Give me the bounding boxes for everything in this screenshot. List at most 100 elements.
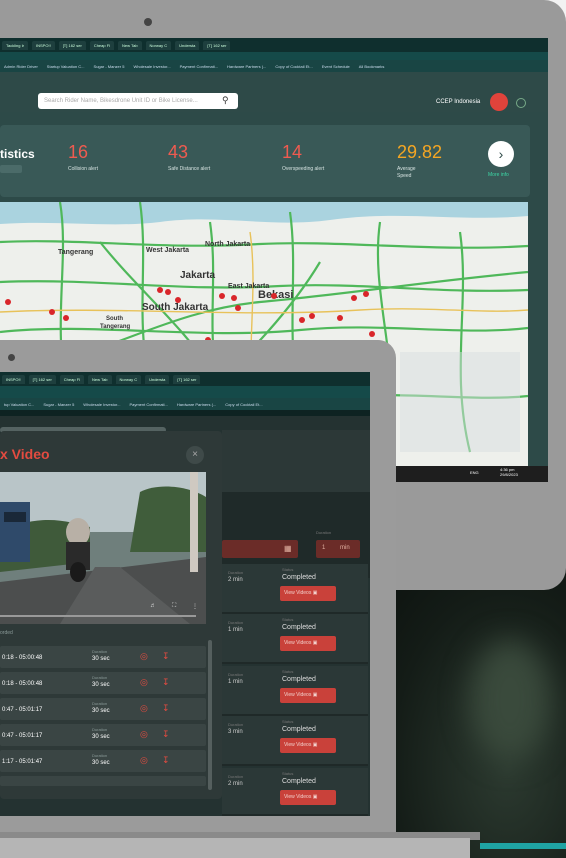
browser-tab[interactable]: New Tab <box>88 374 112 384</box>
record-duration-label: Duration <box>228 620 244 625</box>
logout-icon[interactable] <box>516 98 526 108</box>
download-icon[interactable]: ↧ <box>162 677 170 688</box>
browser-tab[interactable]: Understa <box>175 40 200 50</box>
bookmark[interactable]: Payment Confirmati... <box>180 64 218 69</box>
record-status: Completed <box>282 574 316 581</box>
bookmark[interactable]: tup Valuation C... <box>4 402 34 407</box>
view-videos-button[interactable]: View Videos ▣ <box>280 738 336 753</box>
download-icon[interactable]: ↧ <box>162 729 170 740</box>
video-progress-bar[interactable] <box>0 615 196 617</box>
record-duration: 2 min <box>228 577 243 583</box>
clip-time-range: 0:18 - 05:00:48 <box>2 681 43 687</box>
search-icon[interactable]: ⚲ <box>222 95 229 106</box>
view-videos-label: View Videos <box>284 640 312 646</box>
clip-duration: 30 sec <box>92 760 110 766</box>
browser-tab[interactable]: Norway C <box>115 374 142 384</box>
bookmark[interactable]: Hardware Partners (... <box>177 402 216 407</box>
browser-tab[interactable]: [T] 162 ser <box>173 374 201 384</box>
scrollbar[interactable] <box>208 640 212 790</box>
browser-tab[interactable]: Understa <box>145 374 170 384</box>
period-dropdown[interactable] <box>0 165 22 173</box>
stat-average-speed-value: 29.82 <box>397 142 443 162</box>
view-videos-button[interactable]: View Videos ▣ <box>280 636 336 651</box>
record-status-label: Status <box>282 617 294 622</box>
more-info-link[interactable]: More info <box>488 172 509 178</box>
clip-row: 0:18 - 05:00:48 Duration 30 sec ◎ ↧ <box>0 646 206 668</box>
calendar-icon[interactable]: ▦ <box>284 544 292 553</box>
record-status-label: Status <box>282 669 294 674</box>
bookmark[interactable]: Wholesale Investor... <box>83 402 120 407</box>
browser-tab-bar: Tackling Ir INSPO!! [T] 162 ser Cheap Fl… <box>0 38 548 52</box>
browser-tab[interactable]: Cheap Fl <box>59 374 85 384</box>
avatar[interactable] <box>490 93 508 111</box>
browser-tab[interactable]: New Tab <box>118 40 142 50</box>
record-status: Completed <box>282 624 316 631</box>
svg-text:Tangerang: Tangerang <box>100 324 131 330</box>
bookmark[interactable]: Startup Valuation C... <box>47 64 85 69</box>
bookmark[interactable]: Event Schedule <box>322 64 350 69</box>
laptop-base <box>0 838 470 858</box>
browser-tab[interactable]: Cheap Fl <box>89 40 115 50</box>
clip-duration: 30 sec <box>92 734 110 740</box>
bookmark[interactable]: Sugar - Manzer 5 <box>94 64 125 69</box>
browser-tab[interactable]: [T] 162 ser <box>58 40 86 50</box>
bookmark[interactable]: Hardware Partners (... <box>227 64 266 69</box>
browser-tab[interactable]: Norway C <box>145 40 172 50</box>
accent-line <box>480 843 566 849</box>
clip-duration-label: Duration <box>92 753 108 758</box>
browser-tab[interactable]: [T] 162 ser <box>203 40 231 50</box>
clip-row <box>0 776 206 786</box>
bookmarks-bar: Admin Rider Driver Startup Valuation C..… <box>0 60 548 72</box>
video-frame <box>0 472 206 624</box>
bookmark[interactable]: Wholesale Investor... <box>133 64 170 69</box>
bookmark[interactable]: Copy of Cocktail Et... <box>225 402 262 407</box>
view-videos-button[interactable]: View Videos ▣ <box>280 586 336 601</box>
record-duration-label: Duration <box>228 722 244 727</box>
clip-row: 0:18 - 05:00:48 Duration 30 sec ◎ ↧ <box>0 672 206 694</box>
play-icon[interactable]: ◎ <box>140 677 148 688</box>
clip-row: 1:17 - 05:01:47 Duration 30 sec ◎ ↧ <box>0 750 206 772</box>
record-status-label: Status <box>282 719 294 724</box>
clips-label: orded <box>0 630 13 636</box>
duration-filter-value: 1 <box>322 545 326 551</box>
bookmark[interactable]: Sugar - Manzer 5 <box>43 402 74 407</box>
browser-tab[interactable]: [T] 162 ser <box>28 374 56 384</box>
bookmark[interactable]: Copy of Cocktail Et... <box>275 64 312 69</box>
clip-time-range: 0:47 - 05:01:17 <box>2 707 43 713</box>
play-icon[interactable]: ◎ <box>140 729 148 740</box>
volume-icon[interactable]: ♬ <box>150 603 156 609</box>
org-name: CCEP Indonesia <box>436 99 481 105</box>
next-button[interactable]: › <box>488 141 514 167</box>
view-videos-button[interactable]: View Videos ▣ <box>280 688 336 703</box>
stat-overspeeding-label: Overspeeding alert <box>282 166 325 172</box>
svg-text:North Jakarta: North Jakarta <box>205 241 250 248</box>
view-videos-label: View Videos <box>284 590 312 596</box>
close-icon[interactable]: × <box>186 446 204 464</box>
more-options-icon[interactable]: ⋮ <box>192 603 198 610</box>
browser-tab[interactable]: INSPO!! <box>2 374 25 384</box>
play-icon[interactable]: ◎ <box>140 703 148 714</box>
stat-safe-distance-label: Safe Distance alert <box>168 166 211 172</box>
fullscreen-icon[interactable]: ⛶ <box>172 603 176 610</box>
bookmark[interactable]: Payment Confirmati... <box>129 402 167 407</box>
clip-duration-label: Duration <box>92 649 108 654</box>
browser-tab[interactable]: Tackling Ir <box>2 40 29 50</box>
record-row: Duration 2 min Status Completed View Vid… <box>222 768 368 816</box>
browser-tab-bar: INSPO!! [T] 162 ser Cheap Fl New Tab Nor… <box>0 372 370 386</box>
download-icon[interactable]: ↧ <box>162 703 170 714</box>
bookmark[interactable]: All Bookmarks <box>359 64 385 69</box>
record-row: Duration 1 min Status Completed View Vid… <box>222 666 368 716</box>
bookmarks-bar: tup Valuation C... Sugar - Manzer 5 Whol… <box>0 398 370 410</box>
record-status: Completed <box>282 778 316 785</box>
view-videos-button[interactable]: View Videos ▣ <box>280 790 336 805</box>
browser-tab[interactable]: INSPO!! <box>32 40 55 50</box>
play-icon[interactable]: ◎ <box>140 755 148 766</box>
download-icon[interactable]: ↧ <box>162 755 170 766</box>
video-player[interactable] <box>0 472 206 624</box>
stat-safe-distance-value: 43 <box>168 142 189 162</box>
play-icon[interactable]: ◎ <box>140 651 148 662</box>
bookmark[interactable]: Admin Rider Driver <box>4 64 38 69</box>
duration-filter-unit: min <box>340 545 350 551</box>
view-videos-label: View Videos <box>284 742 312 748</box>
download-icon[interactable]: ↧ <box>162 651 170 662</box>
